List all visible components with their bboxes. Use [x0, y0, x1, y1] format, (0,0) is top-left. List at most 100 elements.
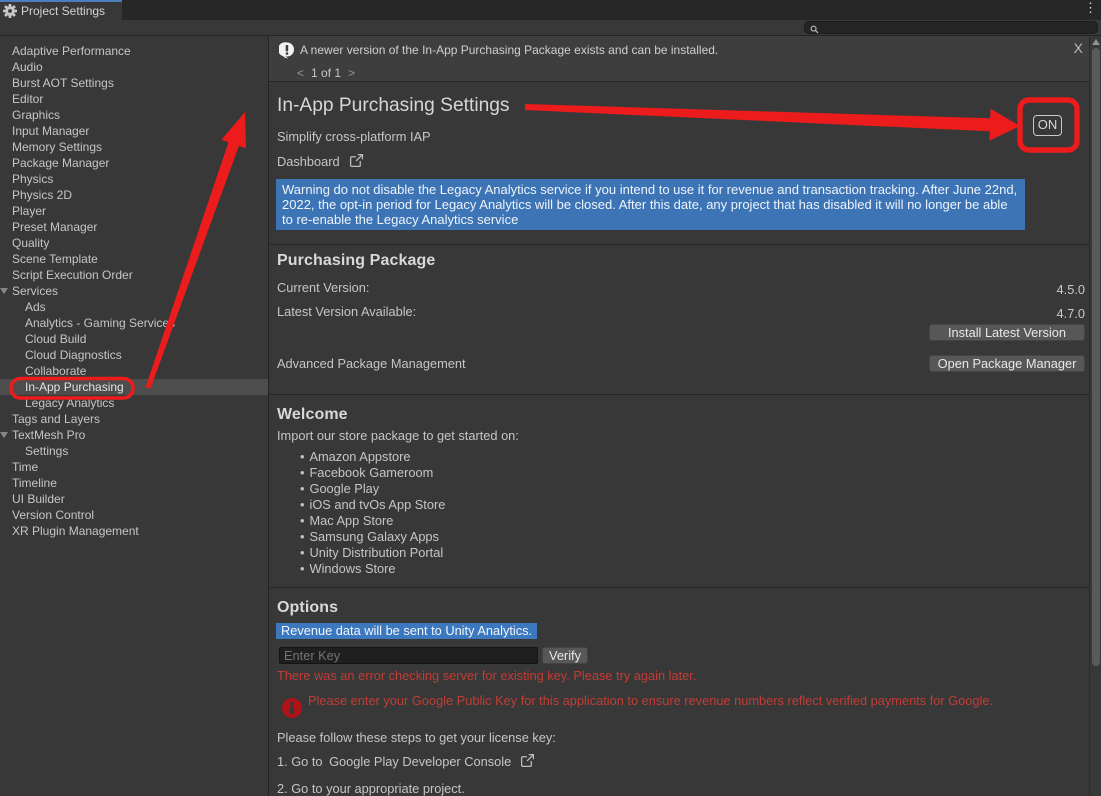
welcome-heading: Welcome: [277, 406, 1085, 424]
current-version-label: Current Version:: [277, 280, 1085, 295]
toolbar: [0, 20, 1101, 36]
sidebar-item-tags-and-layers[interactable]: Tags and Layers: [0, 411, 268, 427]
notification-message: A newer version of the In-App Purchasing…: [300, 43, 718, 57]
store-list-item: Google Play: [277, 481, 1085, 497]
sidebar-item-analytics-gaming-services[interactable]: Analytics - Gaming Services: [0, 315, 268, 331]
sidebar-item-editor[interactable]: Editor: [0, 91, 268, 107]
sidebar-item-graphics[interactable]: Graphics: [0, 107, 268, 123]
install-latest-version-button[interactable]: Install Latest Version: [929, 324, 1085, 341]
notification-close-button[interactable]: X: [1074, 40, 1083, 56]
foldout-open-icon[interactable]: [0, 288, 8, 294]
pager-next-button[interactable]: >: [348, 66, 355, 80]
kebab-menu-icon[interactable]: ⋮: [1084, 0, 1096, 16]
latest-version-label: Latest Version Available:: [277, 304, 1085, 319]
sidebar-item-time[interactable]: Time: [0, 459, 268, 475]
dashboard-row: Dashboard: [277, 153, 1085, 171]
sidebar-item-cloud-build[interactable]: Cloud Build: [0, 331, 268, 347]
sidebar-item-collaborate[interactable]: Collaborate: [0, 363, 268, 379]
store-list-item: iOS and tvOs App Store: [277, 497, 1085, 513]
sidebar-item-label: Physics 2D: [12, 188, 72, 202]
sidebar-item-adaptive-performance[interactable]: Adaptive Performance: [0, 43, 268, 59]
sidebar-item-label: Analytics - Gaming Services: [25, 316, 175, 330]
sidebar-item-settings[interactable]: Settings: [0, 443, 268, 459]
store-list-item: Samsung Galaxy Apps: [277, 529, 1085, 545]
verify-button[interactable]: Verify: [542, 647, 588, 664]
current-version-value: 4.5.0: [1057, 282, 1085, 297]
sidebar-item-physics[interactable]: Physics: [0, 171, 268, 187]
legacy-analytics-warning: Warning do not disable the Legacy Analyt…: [276, 179, 1025, 230]
sidebar-item-audio[interactable]: Audio: [0, 59, 268, 75]
search-input[interactable]: [823, 22, 1083, 33]
store-list-item: Facebook Gameroom: [277, 465, 1085, 481]
sidebar-item-label: Services: [12, 284, 58, 298]
google-play-console-link[interactable]: Google Play Developer Console: [329, 754, 511, 769]
sidebar-item-xr-plugin-management[interactable]: XR Plugin Management: [0, 523, 268, 539]
sidebar-item-input-manager[interactable]: Input Manager: [0, 123, 268, 139]
store-list-item: Windows Store: [277, 561, 1085, 577]
steps-intro: Please follow these steps to get your li…: [277, 730, 1085, 745]
sidebar-item-timeline[interactable]: Timeline: [0, 475, 268, 491]
sidebar-item-label: Audio: [12, 60, 43, 74]
step-2: 2. Go to your appropriate project.: [277, 781, 1085, 796]
dashboard-link[interactable]: Dashboard: [277, 154, 340, 169]
sidebar-item-label: Editor: [12, 92, 43, 106]
sidebar-item-label: Version Control: [12, 508, 94, 522]
store-list-item: Mac App Store: [277, 513, 1085, 529]
sidebar-item-label: XR Plugin Management: [12, 524, 139, 538]
sidebar-item-label: Cloud Build: [25, 332, 86, 346]
simplify-iap-label: Simplify cross-platform IAP: [277, 129, 1085, 144]
sidebar-item-player[interactable]: Player: [0, 203, 268, 219]
search-box[interactable]: [804, 21, 1098, 34]
sidebar-item-services[interactable]: Services: [0, 283, 268, 299]
sidebar-item-label: Graphics: [12, 108, 60, 122]
welcome-intro: Import our store package to get started …: [277, 428, 1085, 443]
main-panel: A newer version of the In-App Purchasing…: [269, 36, 1089, 796]
scrollbar-thumb[interactable]: [1092, 48, 1100, 666]
tab-project-settings[interactable]: Project Settings: [0, 0, 122, 20]
iap-toggle-on-button[interactable]: ON: [1033, 115, 1062, 136]
sidebar-item-quality[interactable]: Quality: [0, 235, 268, 251]
foldout-open-icon[interactable]: [0, 432, 8, 438]
sidebar-item-label: UI Builder: [12, 492, 65, 506]
sidebar-item-label: Settings: [25, 444, 68, 458]
sidebar-item-label: Burst AOT Settings: [12, 76, 114, 90]
sidebar-item-ads[interactable]: Ads: [0, 299, 268, 315]
sidebar-item-label: Package Manager: [12, 156, 109, 170]
pager-label: 1 of 1: [311, 66, 341, 80]
sidebar-item-version-control[interactable]: Version Control: [0, 507, 268, 523]
purchasing-package-heading: Purchasing Package: [277, 252, 1085, 270]
sidebar-item-in-app-purchasing[interactable]: In-App Purchasing: [0, 379, 268, 395]
sidebar-item-script-execution-order[interactable]: Script Execution Order: [0, 267, 268, 283]
search-icon: [810, 23, 819, 32]
tab-bar: Project Settings ⋮: [0, 0, 1101, 20]
sidebar-item-textmesh-pro[interactable]: TextMesh Pro: [0, 427, 268, 443]
notification-bar: A newer version of the In-App Purchasing…: [269, 36, 1089, 82]
latest-version-value: 4.7.0: [1057, 306, 1085, 321]
sidebar-item-label: Preset Manager: [12, 220, 97, 234]
sidebar-item-label: Timeline: [12, 476, 57, 490]
notification-pager: < 1 of 1 >: [297, 66, 355, 80]
notification-bubble-icon: [279, 42, 295, 62]
sidebar-item-cloud-diagnostics[interactable]: Cloud Diagnostics: [0, 347, 268, 363]
sidebar-item-package-manager[interactable]: Package Manager: [0, 155, 268, 171]
google-key-warning: Please enter your Google Public Key for …: [308, 693, 1085, 708]
section-divider: [269, 394, 1089, 395]
pager-prev-button[interactable]: <: [297, 66, 304, 80]
sidebar-item-label: In-App Purchasing: [25, 380, 124, 394]
sidebar-item-label: Script Execution Order: [12, 268, 133, 282]
sidebar-item-preset-manager[interactable]: Preset Manager: [0, 219, 268, 235]
enter-key-input[interactable]: [279, 647, 538, 664]
sidebar-item-ui-builder[interactable]: UI Builder: [0, 491, 268, 507]
sidebar-item-legacy-analytics[interactable]: Legacy Analytics: [0, 395, 268, 411]
sidebar-item-physics-2d[interactable]: Physics 2D: [0, 187, 268, 203]
sidebar-item-memory-settings[interactable]: Memory Settings: [0, 139, 268, 155]
scrollbar-up-arrow[interactable]: [1092, 39, 1100, 45]
sidebar-item-scene-template[interactable]: Scene Template: [0, 251, 268, 267]
step-1: 1. Go to Google Play Developer Console: [277, 753, 1085, 771]
open-package-manager-button[interactable]: Open Package Manager: [929, 355, 1085, 372]
sidebar-item-label: Input Manager: [12, 124, 89, 138]
sidebar-item-label: Legacy Analytics: [25, 396, 114, 410]
sidebar-item-burst-aot-settings[interactable]: Burst AOT Settings: [0, 75, 268, 91]
store-list-item: Amazon Appstore: [277, 449, 1085, 465]
settings-category-list: Adaptive PerformanceAudio Burst AOT Setti…: [0, 37, 268, 796]
